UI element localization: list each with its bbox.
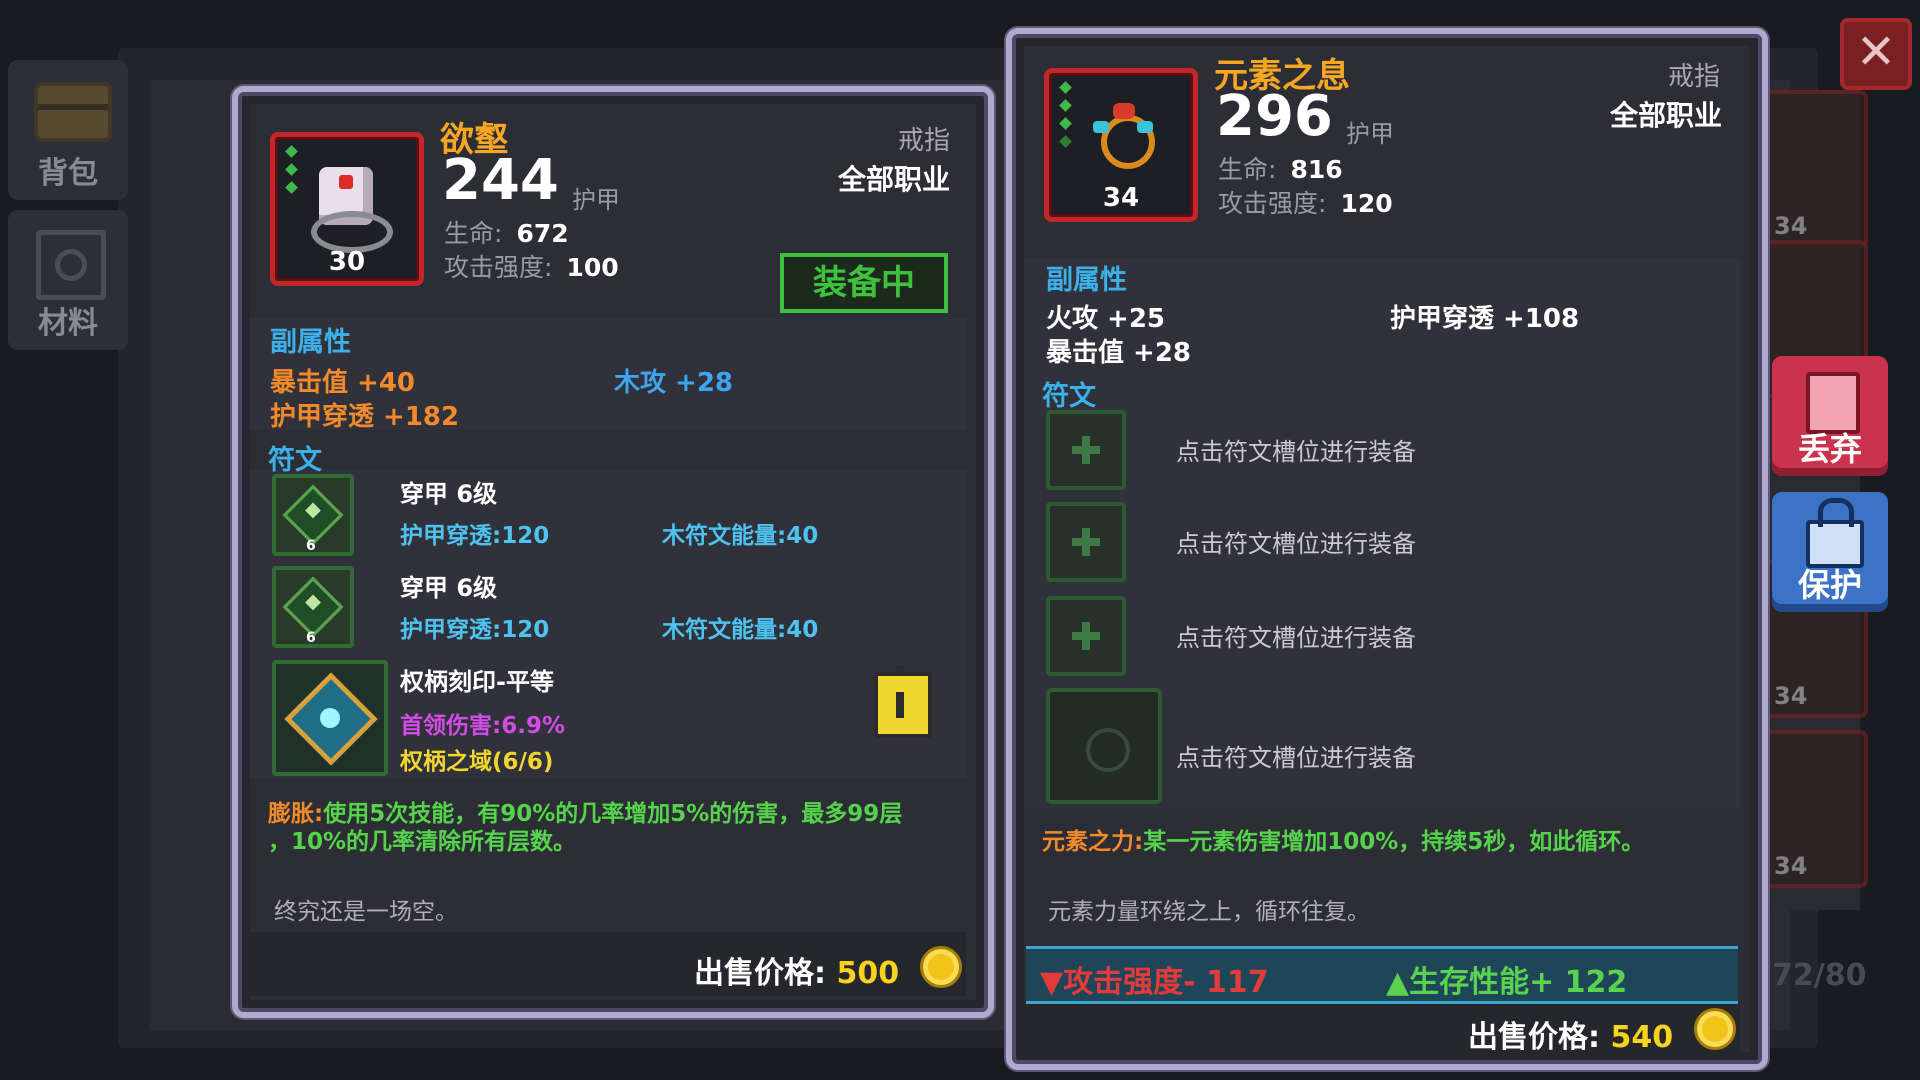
equipped-badge: 装备中 <box>780 253 948 313</box>
rune-slot-hint[interactable]: 点击符文槽位进行装备 <box>1176 618 1416 653</box>
armor-value: 244 <box>442 148 559 213</box>
runes-title: 符文 <box>268 445 322 476</box>
close-button[interactable]: ✕ <box>1840 18 1912 90</box>
rune-slot[interactable]: 6 <box>272 474 354 556</box>
empty-rune-slot[interactable] <box>1046 596 1126 676</box>
sub-stat: 暴击值 +28 <box>1046 338 1192 368</box>
gem-icon <box>1059 99 1072 112</box>
stat-attack: 攻击强度: 120 <box>1218 189 1393 218</box>
rune-name: 穿甲 6级 <box>400 574 498 602</box>
plus-icon <box>1072 622 1100 650</box>
item-effect: 元素之力:某一元素伤害增加100%，持续5秒，如此循环。 <box>1042 822 1742 856</box>
plus-icon <box>1072 436 1100 464</box>
rune-slot-hint[interactable]: 点击符文槽位进行装备 <box>1176 738 1416 773</box>
flavor-text: 终究还是一场空。 <box>274 899 458 925</box>
armor-value: 296 <box>1216 84 1333 149</box>
rune-stat: 护甲穿透:120 <box>400 523 550 549</box>
rune-level: 6 <box>306 538 316 554</box>
survival-change: ▲生存性能+ 122 <box>1386 965 1628 1000</box>
sub-stat: 护甲穿透 +182 <box>270 402 460 432</box>
inventory-counter: 72/80 <box>1772 958 1867 993</box>
rune-level: 6 <box>306 630 316 646</box>
slot-level: 34 <box>1774 212 1808 240</box>
plus-icon <box>1072 528 1100 556</box>
sub-stat: 木攻 +28 <box>614 368 734 398</box>
seal-stat: 权柄之域(6/6) <box>400 749 554 775</box>
ring-gem-icon <box>1137 121 1153 133</box>
seal-name: 权柄刻印-平等 <box>400 668 554 696</box>
sub-stat: 火攻 +25 <box>1046 304 1166 334</box>
armor-label: 护甲 <box>572 186 620 214</box>
rune-slot-hint[interactable]: 点击符文槽位进行装备 <box>1176 432 1416 467</box>
item-icon-frame: 34 <box>1044 68 1198 222</box>
empty-rune-slot[interactable] <box>1046 502 1126 582</box>
ring-gem-icon <box>1093 121 1109 133</box>
slot-level: 34 <box>1774 682 1808 710</box>
protect-button[interactable]: 保护 <box>1772 492 1888 612</box>
item-level: 30 <box>328 247 366 277</box>
rune-name: 穿甲 6级 <box>400 480 498 508</box>
rune-slot-hint[interactable]: 点击符文槽位进行装备 <box>1176 524 1416 559</box>
gem-icon <box>1059 135 1072 148</box>
runes-title: 符文 <box>1042 381 1096 412</box>
rune-icon <box>282 484 344 546</box>
sell-price: 出售价格: 540 <box>1468 1020 1674 1055</box>
seal-stat: 首领伤害:6.9% <box>400 713 565 739</box>
gem-icon <box>285 145 298 158</box>
rune-stat: 木符文能量:40 <box>662 617 819 643</box>
materials-tab[interactable]: 材料 <box>8 210 128 350</box>
stat-attack: 攻击强度: 100 <box>444 253 619 282</box>
attack-change: ▼攻击强度- 117 <box>1040 965 1269 1000</box>
chest-icon <box>34 82 112 142</box>
item-class: 全部职业 <box>1609 99 1722 132</box>
rune-slot[interactable]: 6 <box>272 566 354 648</box>
coin-icon <box>920 946 962 988</box>
empty-rune-slot[interactable] <box>1046 410 1126 490</box>
sub-stats-title: 副属性 <box>1046 265 1127 296</box>
effect-text: 某一元素伤害增加100%，持续5秒，如此循环。 <box>1143 829 1645 855</box>
gem-icon <box>285 181 298 194</box>
rune-icon <box>282 576 344 638</box>
effect-title: 元素之力: <box>1042 829 1144 855</box>
materials-tab-label: 材料 <box>38 306 98 341</box>
gem-icon <box>1059 81 1072 94</box>
flavor-text: 元素力量环绕之上，循环往复。 <box>1048 899 1370 925</box>
gem-icon <box>1059 117 1072 130</box>
sub-stats-title: 副属性 <box>270 327 351 358</box>
gem-icon <box>285 163 298 176</box>
discard-button[interactable]: 丢弃 <box>1772 356 1888 476</box>
scepter-seal-slot[interactable] <box>272 660 388 776</box>
item-level: 34 <box>1102 183 1140 213</box>
rune-stat: 木符文能量:40 <box>662 523 819 549</box>
bag-tab[interactable]: 背包 <box>8 60 128 200</box>
discard-label: 丢弃 <box>1797 430 1862 468</box>
effect-text-cont: ，10%的几率清除所有层数。 <box>268 829 577 855</box>
stat-hp: 生命: 672 <box>444 219 569 248</box>
slot-level: 34 <box>1774 852 1808 880</box>
info-icon[interactable] <box>874 666 932 738</box>
empty-seal-slot[interactable] <box>1046 688 1162 804</box>
sell-price: 出售价格: 500 <box>694 956 900 991</box>
inventory-slot[interactable]: 34 <box>1762 90 1868 248</box>
item-type: 戒指 <box>1667 62 1720 92</box>
item-type: 戒指 <box>897 126 950 156</box>
stat-hp: 生命: 816 <box>1218 155 1343 184</box>
inventory-slot[interactable]: 34 <box>1762 730 1868 888</box>
materials-icon <box>36 230 106 300</box>
item-class: 全部职业 <box>837 163 950 196</box>
ring-gem-icon <box>1113 103 1135 119</box>
rune-stat: 护甲穿透:120 <box>400 617 550 643</box>
armor-label: 护甲 <box>1346 120 1394 148</box>
sub-stat: 护甲穿透 +108 <box>1390 304 1580 334</box>
comparison-bar: ▼攻击强度- 117 ▲生存性能+ 122 <box>1026 946 1738 1004</box>
coin-icon <box>1694 1008 1736 1050</box>
bag-tab-label: 背包 <box>38 156 98 191</box>
protect-label: 保护 <box>1797 566 1862 604</box>
item-icon-frame: 30 <box>270 132 424 286</box>
seal-core-icon <box>320 708 340 728</box>
sub-stat: 暴击值 +40 <box>270 368 416 398</box>
